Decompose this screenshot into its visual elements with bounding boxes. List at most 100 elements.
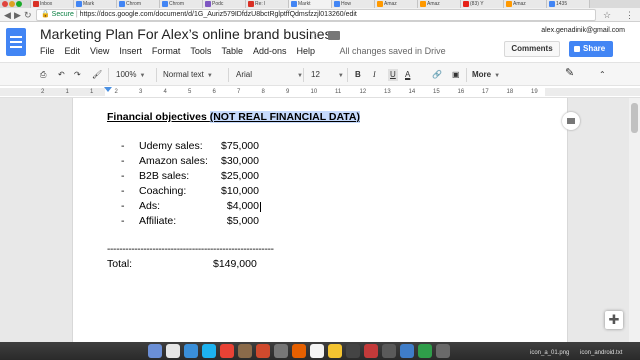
heading-financial-objectives[interactable]: Financial objectives (NOT REAL FINANCIAL… xyxy=(107,111,360,123)
app-icon[interactable] xyxy=(328,344,342,358)
browser-tab[interactable]: Re: l xyxy=(245,0,289,8)
item-amount: $5,000 xyxy=(226,215,259,227)
menu-insert[interactable]: Insert xyxy=(119,46,142,56)
tab-label: Amaz xyxy=(384,1,397,7)
menu-view[interactable]: View xyxy=(90,46,109,56)
chevron-down-icon: ▼ xyxy=(337,73,344,79)
app-icon[interactable] xyxy=(436,344,450,358)
italic-button[interactable]: I xyxy=(373,69,376,81)
browser-menu-icon[interactable]: ⋮ xyxy=(625,9,634,21)
account-email[interactable]: alex.genadinik@gmail.com xyxy=(541,27,625,34)
ruler-number: 5 xyxy=(188,89,192,95)
print-icon[interactable]: ⎙ xyxy=(40,69,46,81)
close-window-dot[interactable] xyxy=(2,1,8,7)
browser-tab[interactable]: Amaz xyxy=(503,0,547,8)
app-icon[interactable] xyxy=(238,344,252,358)
star-icon[interactable]: ☆ xyxy=(309,28,320,42)
maximize-window-dot[interactable] xyxy=(16,1,22,7)
url-field[interactable]: 🔒 Secure | https://docs.google.com/docum… xyxy=(36,9,596,21)
comment-icon[interactable]: ▣ xyxy=(452,69,460,81)
list-item[interactable]: - Coaching: $10,000 xyxy=(121,185,321,200)
dock-file-2[interactable]: icon_android.txt xyxy=(580,350,622,356)
bookmark-star-icon[interactable]: ☆ xyxy=(603,9,611,21)
menu-table[interactable]: Table xyxy=(221,46,243,56)
browser-tab[interactable]: Amaz xyxy=(417,0,461,8)
menu-help[interactable]: Help xyxy=(296,46,315,56)
app-icon[interactable] xyxy=(274,344,288,358)
browser-tab[interactable]: How xyxy=(331,0,375,8)
save-status[interactable]: All changes saved in Drive xyxy=(340,46,446,56)
comments-button[interactable]: Comments xyxy=(504,41,560,57)
dock-file-1[interactable]: icon_a_01.png xyxy=(530,350,569,356)
app-icon[interactable] xyxy=(346,344,360,358)
browser-tab[interactable]: Amaz xyxy=(374,0,418,8)
browser-tab[interactable]: 1435 xyxy=(546,0,590,8)
explore-button[interactable]: ✚ xyxy=(605,311,623,329)
list-item[interactable]: - Amazon sales: $30,000 xyxy=(121,155,321,170)
bold-button[interactable]: B xyxy=(355,69,361,81)
tab-label: Re: l xyxy=(255,1,266,7)
skype-icon[interactable] xyxy=(202,344,216,358)
reload-icon[interactable]: ↻ xyxy=(24,9,32,21)
back-icon[interactable]: ◀ xyxy=(4,9,11,21)
font-size-select[interactable]: 12 ▼ xyxy=(311,68,344,82)
document-title[interactable]: Marketing Plan For Alex’s online brand b… xyxy=(40,26,339,42)
collapse-menus-icon[interactable]: ⌃ xyxy=(599,69,606,81)
browser-tab[interactable]: Chrom xyxy=(116,0,160,8)
firefox-icon[interactable] xyxy=(292,344,306,358)
finder-icon[interactable] xyxy=(148,344,162,358)
browser-tab[interactable]: Inbox xyxy=(30,0,74,8)
ruler-number: 7 xyxy=(237,89,241,95)
safari-icon[interactable] xyxy=(184,344,198,358)
browser-tab[interactable]: Mark xyxy=(73,0,117,8)
menu-addons[interactable]: Add-ons xyxy=(253,46,287,56)
text-color-button[interactable]: A xyxy=(405,69,410,81)
document-page[interactable]: Financial objectives (NOT REAL FINANCIAL… xyxy=(72,98,568,342)
more-button[interactable]: More ▼ xyxy=(472,68,500,82)
toolbar-divider xyxy=(347,68,348,82)
calendar-icon[interactable] xyxy=(310,344,324,358)
list-item[interactable]: - Ads: $4,000 xyxy=(121,200,321,215)
undo-icon[interactable]: ↶ xyxy=(58,69,65,81)
secure-label: Secure xyxy=(51,11,74,18)
menu-file[interactable]: File xyxy=(40,46,55,56)
launchpad-icon[interactable] xyxy=(166,344,180,358)
share-button[interactable]: Share xyxy=(569,41,613,57)
forward-icon[interactable]: ▶ xyxy=(14,9,21,21)
app-icon[interactable] xyxy=(256,344,270,358)
add-comment-button[interactable] xyxy=(562,112,580,130)
underline-button[interactable]: U xyxy=(388,69,398,81)
pencil-icon[interactable]: ✎ xyxy=(565,67,574,79)
tab-favicon-icon xyxy=(76,1,82,7)
link-icon[interactable]: 🔗 xyxy=(432,69,442,81)
list-item[interactable]: - Udemy sales: $75,000 xyxy=(121,140,321,155)
paragraph-style-select[interactable]: Normal text ▼ xyxy=(163,68,213,82)
tab-favicon-icon xyxy=(162,1,168,7)
redo-icon[interactable]: ↷ xyxy=(74,69,81,81)
browser-tab[interactable]: (83) Y xyxy=(460,0,504,8)
menu-tools[interactable]: Tools xyxy=(190,46,211,56)
menu-format[interactable]: Format xyxy=(152,46,181,56)
folder-icon[interactable] xyxy=(328,31,340,40)
docs-logo-icon[interactable] xyxy=(6,28,26,56)
zoom-select[interactable]: 100% ▼ xyxy=(116,68,145,82)
minimize-window-dot[interactable] xyxy=(9,1,15,7)
browser-tab[interactable]: Podc xyxy=(202,0,246,8)
app-icon[interactable] xyxy=(382,344,396,358)
app-icon[interactable] xyxy=(400,344,414,358)
item-label: Amazon sales: xyxy=(139,155,208,167)
app-icon[interactable] xyxy=(418,344,432,358)
scrollbar-thumb[interactable] xyxy=(631,103,638,133)
scrollbar[interactable] xyxy=(629,98,640,342)
chrome-icon[interactable] xyxy=(220,344,234,358)
list-item[interactable]: - Affiliate: $5,000 xyxy=(121,215,321,230)
chevron-down-icon: ▼ xyxy=(494,73,501,79)
app-icon[interactable] xyxy=(364,344,378,358)
browser-tab[interactable]: Markt xyxy=(288,0,332,8)
zoom-value: 100% xyxy=(116,70,137,79)
browser-tab[interactable]: Chrom xyxy=(159,0,203,8)
paint-format-icon[interactable]: 🖌 xyxy=(92,69,102,81)
list-item[interactable]: - B2B sales: $25,000 xyxy=(121,170,321,185)
font-select[interactable]: Arial ▼ xyxy=(236,68,303,82)
menu-edit[interactable]: Edit xyxy=(65,46,81,56)
